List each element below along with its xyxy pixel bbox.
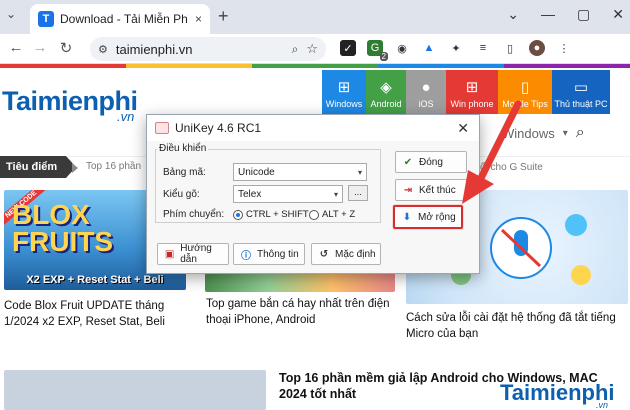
article-thumbnail[interactable] [205, 272, 395, 292]
play-icon [72, 163, 78, 173]
side-panel-icon[interactable]: ▯ [502, 40, 518, 56]
focus-headline[interactable]: Top 16 phần [86, 161, 141, 172]
nav-thu-thuat-pc[interactable]: ▭ Thủ thuật PC [552, 70, 610, 114]
dialog-title: UniKey 4.6 RC1 [175, 121, 262, 135]
drive-extension-icon[interactable]: ▲ [421, 40, 437, 56]
close-window-icon[interactable]: ✕ [612, 6, 624, 23]
nav-windows[interactable]: ⊞ Windows [322, 70, 366, 114]
bookmark-star-icon[interactable]: ☆ [306, 41, 318, 57]
maximize-icon[interactable]: ▢ [577, 6, 590, 23]
close-tab-icon[interactable]: × [195, 12, 202, 26]
tab-title: Download - Tải Miễn Phí VN - P [60, 12, 189, 26]
window-controls: ⌄ — ▢ ✕ [507, 6, 624, 23]
checkbox-extension-icon[interactable]: ✓ [340, 40, 356, 56]
pc-icon: ▭ [573, 79, 589, 96]
radio-label: CTRL + SHIFT [246, 209, 309, 220]
profile-avatar[interactable]: ● [529, 40, 545, 56]
dialog-titlebar[interactable]: UniKey 4.6 RC1 [147, 115, 479, 141]
info-icon: ⓘ [241, 250, 251, 262]
typing-options-button[interactable]: ... [348, 185, 368, 201]
menu-kebab-icon[interactable]: ⋮ [556, 40, 572, 56]
mobile-icon: ▯ [520, 79, 530, 96]
tab-list-icon[interactable]: ⌄ [507, 6, 519, 23]
default-button[interactable]: ↺ Mặc định [311, 243, 381, 265]
unikey-icon [155, 122, 169, 134]
nav-label: Thủ thuật PC [554, 99, 608, 109]
site-color-bar [0, 64, 630, 68]
favicon-icon: T [38, 11, 54, 27]
annotation-arrow [462, 100, 522, 204]
focus-label: Tiêu điểm [0, 156, 76, 178]
radio-alt-z[interactable]: ALT + Z [309, 209, 355, 220]
windows-icon: ⊞ [337, 79, 351, 96]
radio-ctrl-shift[interactable]: CTRL + SHIFT [233, 209, 309, 220]
grammar-extension-icon[interactable]: G 2 [367, 40, 388, 61]
exit-icon: ⇥ [403, 184, 413, 196]
camera-extension-icon[interactable]: ◉ [394, 40, 410, 56]
info-button[interactable]: ⓘ Thông tin [233, 243, 305, 265]
charset-select[interactable]: Unicode ▾ [233, 163, 367, 181]
url-text: taimienphi.vn [115, 41, 193, 57]
typing-value: Telex [238, 188, 262, 200]
watermark-suffix: .vn [596, 400, 609, 410]
extension-badge: 2 [379, 52, 388, 61]
button-label: Hướng dẫn [180, 243, 212, 265]
reload-icon[interactable]: ↻ [56, 39, 76, 57]
chevron-down-icon: ▾ [357, 167, 362, 177]
forward-icon[interactable]: → [30, 39, 50, 56]
radio-label: ALT + Z [322, 209, 356, 220]
charset-label: Bảng mã: [163, 167, 206, 178]
thumbnail-caption: X2 EXP + Reset Stat + Beli [26, 274, 164, 286]
article-thumbnail[interactable] [4, 370, 266, 410]
browser-toolbar: ← → ↻ ⚙ taimienphi.vn ⌕ ☆ ✓ G 2 ◉ ▲ ✦ ≡ … [0, 34, 630, 64]
article-title[interactable]: Top game bắn cá hay nhất trên điện thoại… [206, 296, 396, 328]
tab-search-icon[interactable]: ⌄ [6, 7, 16, 21]
group-label: Điều khiển [157, 143, 209, 154]
reset-icon: ↺ [319, 248, 329, 260]
nav-label: Windows [325, 99, 363, 109]
typing-label: Kiểu gõ: [163, 189, 200, 200]
back-icon[interactable]: ← [6, 39, 26, 56]
chevron-down-icon: ▾ [333, 189, 338, 199]
browser-tab[interactable]: T Download - Tải Miễn Phí VN - P × [30, 4, 210, 34]
typing-select[interactable]: Telex ▾ [233, 185, 343, 203]
browser-tab-bar: ⌄ T Download - Tải Miễn Phí VN - P × + ⌄… [0, 0, 630, 34]
arrow-down-icon: ⬇ [402, 211, 412, 223]
apple-icon: ● [421, 79, 431, 96]
zoom-icon[interactable]: ⌕ [292, 42, 299, 57]
charset-value: Unicode [238, 166, 275, 178]
chevron-down-icon[interactable]: ▾ [563, 128, 568, 139]
thumbnail-title: BLOX FRUITS [12, 199, 114, 257]
article-title[interactable]: Cách sửa lỗi cài đặt hệ thống đã tắt tiế… [406, 310, 628, 342]
help-button[interactable]: ▣ Hướng dẫn [157, 243, 229, 265]
article-title[interactable]: Code Blox Fruit UPDATE tháng 1/2024 x2 E… [4, 298, 194, 330]
switch-label: Phím chuyển: [163, 209, 225, 220]
unikey-dialog: UniKey 4.6 RC1 ✕ Điều khiển Bảng mã: Uni… [146, 114, 480, 274]
radio-selected-icon [233, 209, 243, 220]
book-icon: ▣ [164, 248, 175, 260]
address-bar[interactable]: ⚙ taimienphi.vn ⌕ ☆ [90, 37, 326, 61]
extensions-area: ✓ G 2 ◉ ▲ ✦ ≡ ▯ ● ⋮ [340, 40, 572, 61]
button-label: Thông tin [257, 248, 299, 260]
extensions-puzzle-icon[interactable]: ✦ [448, 40, 464, 56]
android-icon: ◈ [380, 79, 392, 96]
minimize-icon[interactable]: — [541, 6, 555, 23]
reading-list-icon[interactable]: ≡ [475, 40, 491, 56]
button-label: Mặc định [335, 248, 376, 260]
nav-label: Android [370, 99, 402, 109]
nav-android[interactable]: ◈ Android [366, 70, 406, 114]
winphone-icon: ⊞ [465, 79, 479, 96]
radio-unselected-icon [309, 209, 319, 220]
nav-label: iOS [418, 99, 434, 109]
site-info-icon[interactable]: ⚙ [98, 43, 108, 56]
new-tab-button[interactable]: + [218, 6, 229, 27]
search-icon[interactable]: ⌕ [576, 124, 585, 142]
check-icon: ✔ [403, 156, 413, 168]
site-logo-suffix: .vn [117, 109, 135, 124]
